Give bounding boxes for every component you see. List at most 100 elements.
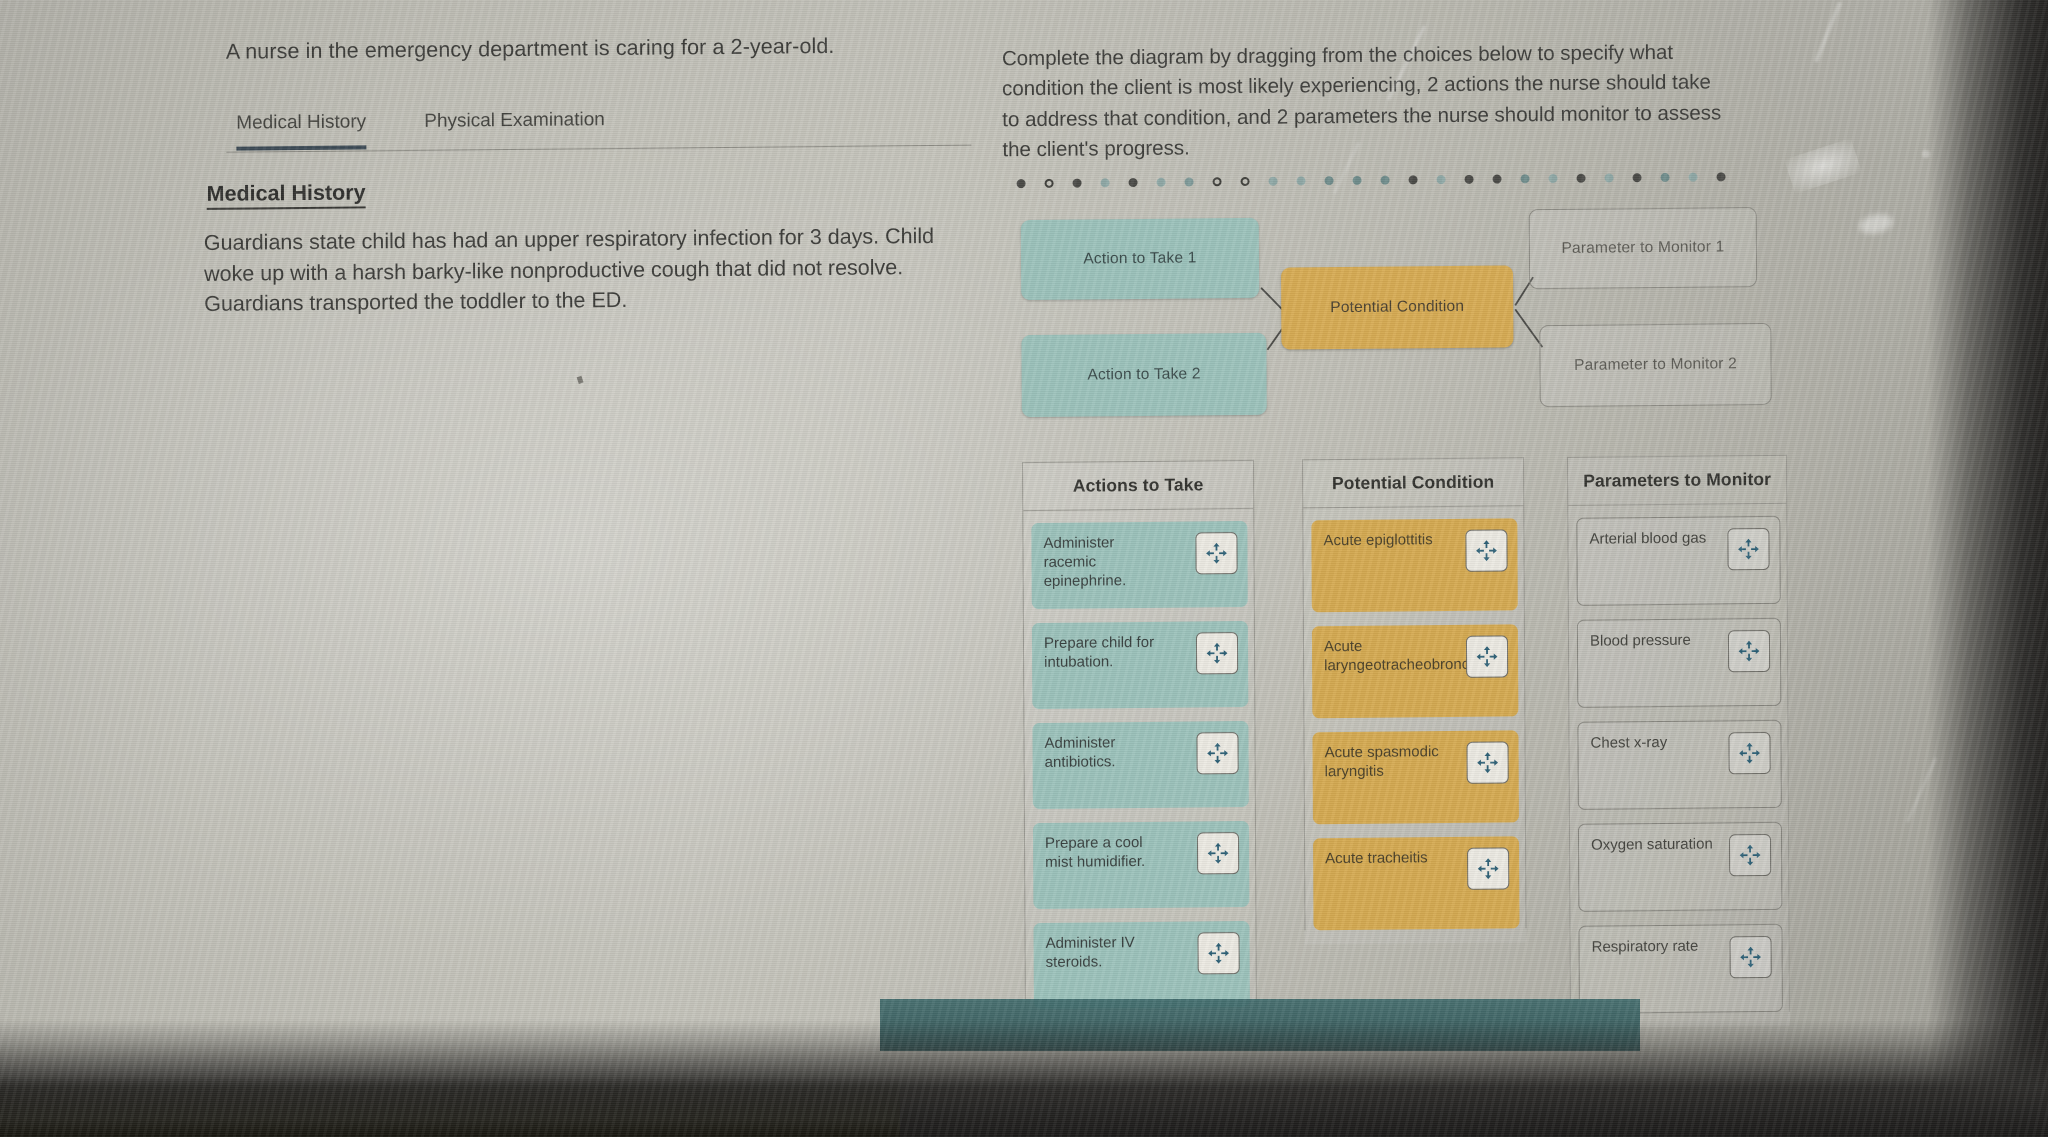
case-tab-bar: Medical History Physical Examination (226, 99, 972, 153)
choice-card[interactable]: Acute spasmodic laryngitis (1312, 730, 1519, 825)
choice-card[interactable]: Acute laryngeotracheobronchitis (1311, 624, 1519, 719)
choice-card[interactable]: Acute epiglottitis (1311, 518, 1518, 613)
drag-move-icon (1207, 842, 1229, 864)
diagram-slot-parameter-1[interactable]: Parameter to Monitor 1 (1528, 207, 1758, 290)
divider-dot (1380, 175, 1390, 185)
choice-card-label: Administer racemic epinephrine. (1043, 534, 1127, 591)
drag-handle[interactable] (1728, 833, 1772, 877)
drag-handle[interactable] (1465, 529, 1508, 572)
panel-body-condition: Acute epiglottitis Acute laryngeotracheob… (1303, 506, 1525, 931)
mouse-cursor (576, 375, 584, 384)
panel-body-params: Arterial blood gas Blood pressure Chest x-… (1568, 504, 1789, 1014)
choice-card-label: Prepare child for intubation. (1043, 633, 1155, 672)
drag-handle[interactable] (1727, 629, 1771, 673)
choice-card[interactable]: Oxygen saturation (1577, 821, 1783, 912)
drag-move-icon (1739, 844, 1761, 866)
panel-body-actions: Administer racemic epinephrine. Prepare c… (1023, 509, 1256, 1010)
drag-move-icon (1738, 538, 1759, 560)
divider-dot (1408, 175, 1418, 185)
divider-dot (1464, 174, 1474, 184)
choice-card-label: Administer antibiotics. (1044, 734, 1116, 772)
application-screen: A nurse in the emergency department is c… (0, 0, 2048, 1137)
choice-card-label: Acute laryngeotracheobronchitis (1323, 637, 1496, 675)
drag-move-icon (1738, 640, 1760, 662)
tab-medical-history[interactable]: Medical History (236, 111, 367, 151)
panel-header-params: Parameters to Monitor (1568, 455, 1787, 506)
divider-dot (1044, 178, 1054, 188)
drag-move-icon (1476, 540, 1497, 562)
choice-card-label: Acute tracheitis (1325, 849, 1428, 868)
drag-move-icon (1207, 742, 1228, 764)
bowtie-diagram: Action to Take 1 Action to Take 2 Potent… (999, 205, 1810, 448)
monitor-bezel-right (1928, 0, 2048, 1137)
choice-card-label: Administer IV steroids. (1045, 934, 1135, 972)
choice-card[interactable]: Acute tracheitis (1313, 836, 1520, 931)
divider-dot (1156, 177, 1166, 187)
panel-header-actions: Actions to Take (1023, 460, 1254, 512)
divider-dot (1072, 178, 1082, 188)
drag-move-icon (1740, 946, 1762, 968)
panel-header-condition: Potential Condition (1303, 458, 1524, 509)
drag-move-icon (1477, 858, 1499, 880)
divider-dot (1212, 177, 1222, 187)
choice-card[interactable]: Prepare a cool mist humidifier. (1032, 820, 1250, 910)
divider-dot (1352, 175, 1362, 185)
drag-handle[interactable] (1195, 532, 1238, 575)
choice-card-label: Chest x-ray (1590, 733, 1668, 752)
choice-card[interactable]: Chest x-ray (1577, 719, 1782, 810)
choice-card-label: Acute spasmodic laryngitis (1324, 743, 1439, 781)
drag-handle[interactable] (1465, 635, 1509, 678)
drag-handle[interactable] (1727, 527, 1770, 571)
drag-handle[interactable] (1197, 932, 1240, 975)
drag-handle[interactable] (1728, 731, 1771, 775)
choice-card-label: Oxygen saturation (1591, 835, 1713, 854)
drag-move-icon (1206, 542, 1227, 564)
tab-physical-examination[interactable]: Physical Examination (424, 109, 605, 145)
drag-move-icon (1739, 742, 1760, 764)
diagram-slot-potential-condition[interactable]: Potential Condition (1281, 265, 1514, 350)
choice-card-label: Prepare a cool mist humidifier. (1044, 833, 1146, 872)
divider-dot (1492, 174, 1502, 184)
panel-actions-to-take: Actions to Take Administer racemic epine… (1022, 459, 1257, 1024)
divider-dot (1716, 172, 1726, 182)
drag-handle[interactable] (1196, 732, 1239, 775)
divider-dot (1576, 173, 1586, 183)
screen-glare (1922, 150, 1930, 158)
divider-dot (1184, 177, 1194, 187)
choice-card-label: Blood pressure (1589, 631, 1691, 650)
diagram-slot-parameter-2[interactable]: Parameter to Monitor 2 (1539, 322, 1772, 408)
medical-history-body: Guardians state child has had an upper r… (203, 223, 935, 316)
medical-history-heading: Medical History (206, 180, 366, 210)
choice-card[interactable]: Administer racemic epinephrine. (1031, 520, 1248, 610)
screen-photograph: A nurse in the emergency department is c… (0, 0, 2048, 1137)
drag-handle[interactable] (1466, 741, 1509, 784)
choice-card-label: Acute epiglottitis (1323, 531, 1433, 550)
divider-dot (1100, 178, 1110, 188)
drag-handle[interactable] (1196, 832, 1240, 875)
drag-move-icon (1206, 642, 1228, 664)
drag-handle[interactable] (1729, 935, 1772, 979)
drag-handle[interactable] (1195, 632, 1239, 675)
divider-dot (1632, 173, 1642, 183)
choice-card[interactable]: Arterial blood gas (1576, 515, 1781, 606)
diagram-slot-action-1[interactable]: Action to Take 1 (1020, 217, 1260, 301)
choice-card[interactable]: Administer IV steroids. (1033, 920, 1250, 1010)
choice-card[interactable]: Prepare child for intubation. (1031, 620, 1249, 710)
diagram-instructions: Complete the diagram by dragging from th… (1001, 40, 1722, 162)
divider-dot (1548, 173, 1558, 184)
drag-move-icon (1477, 752, 1499, 774)
drag-handle[interactable] (1467, 847, 1510, 890)
choice-card[interactable]: Blood pressure (1576, 617, 1782, 708)
choice-card[interactable]: Administer antibiotics. (1032, 720, 1249, 810)
choice-card-label: Arterial blood gas (1589, 529, 1707, 548)
divider-dot (1436, 175, 1446, 185)
divider-dot (1660, 172, 1670, 182)
drag-move-icon (1208, 942, 1230, 964)
divider-dot (1128, 177, 1138, 188)
monitor-bezel-bottom-left (0, 1077, 900, 1137)
dotted-divider (1016, 172, 1747, 193)
divider-dot (1268, 176, 1278, 186)
divider-dot (1688, 172, 1698, 182)
diagram-slot-action-2[interactable]: Action to Take 2 (1021, 332, 1267, 418)
question-stem: A nurse in the emergency department is c… (225, 33, 835, 64)
